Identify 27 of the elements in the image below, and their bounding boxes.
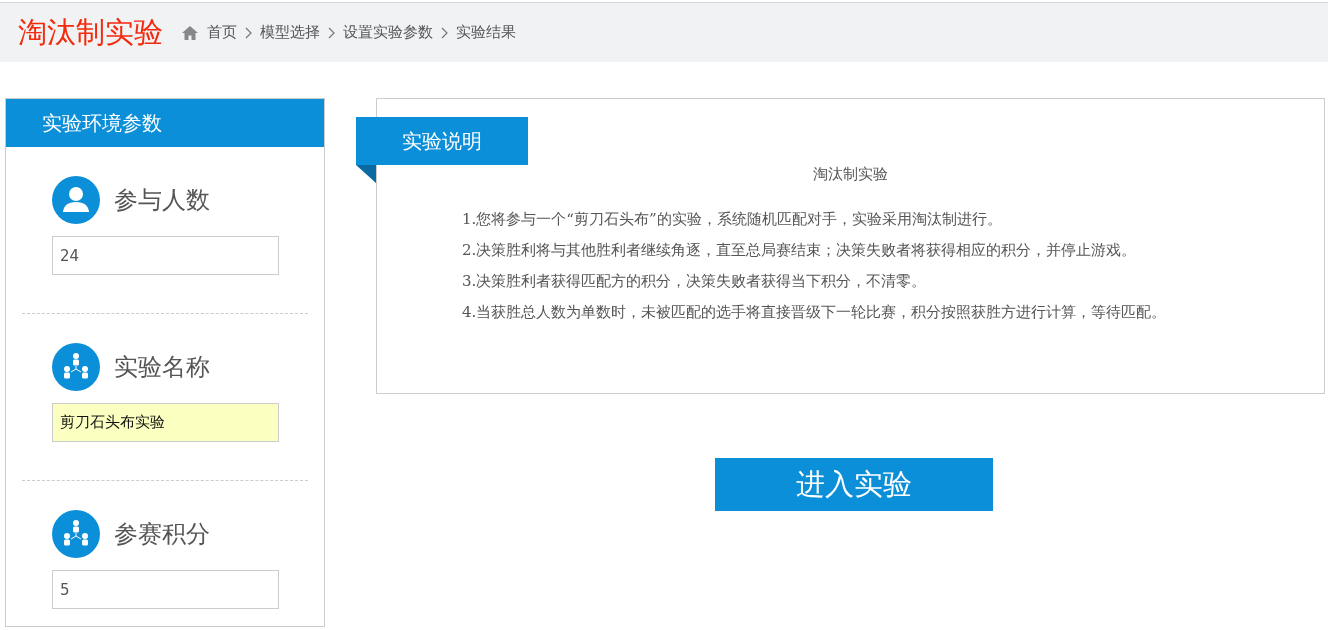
- home-icon: [181, 24, 199, 41]
- rule-paragraph: 2.决策胜利将与其他胜利者继续角逐，直至总局赛结束；决策失败者将获得相应的积分，并停止游戏。: [461, 240, 1138, 261]
- ribbon-fold-icon: [356, 165, 376, 183]
- chevron-icon: [441, 26, 448, 39]
- page-title: 淘汰制实验: [18, 13, 163, 51]
- parameter-input[interactable]: 剪刀石头布实验: [52, 403, 279, 442]
- parameter-input[interactable]: 5: [52, 570, 279, 609]
- parameter-input[interactable]: 24: [52, 236, 279, 275]
- description-heading: 淘汰制实验: [812, 165, 889, 184]
- group-icon: [52, 343, 100, 391]
- rule-paragraph: 4.当获胜总人数为单数时，未被匹配的选手将直接晋级下一轮比赛，积分按照获胜方进行计算，等待匹配。: [461, 302, 1168, 323]
- rule-paragraph: 3.决策胜利者获得匹配方的积分，决策失败者获得当下积分，不清零。: [461, 271, 928, 292]
- rule-paragraph: 1.您将参与一个“剪刀石头布”的实验，系统随机匹配对手，实验采用淘汰制进行。: [461, 209, 1003, 230]
- parameter-label: 实验名称: [114, 352, 210, 383]
- breadcrumb-link[interactable]: 实验结果: [456, 23, 516, 42]
- breadcrumb-link[interactable]: 模型选择: [260, 23, 320, 42]
- chevron-icon: [245, 26, 252, 39]
- group-icon: [52, 510, 100, 558]
- parameter-label: 参与人数: [114, 185, 210, 216]
- panel-title: 实验环境参数: [6, 99, 324, 147]
- parameter-label: 参赛积分: [114, 519, 210, 550]
- user-icon: [52, 176, 100, 224]
- breadcrumb-link[interactable]: 设置实验参数: [343, 23, 433, 42]
- breadcrumb-link[interactable]: 首页: [207, 23, 237, 42]
- start-experiment-button[interactable]: 进入实验: [715, 458, 993, 511]
- chevron-icon: [328, 26, 335, 39]
- section-ribbon: 实验说明: [356, 117, 528, 165]
